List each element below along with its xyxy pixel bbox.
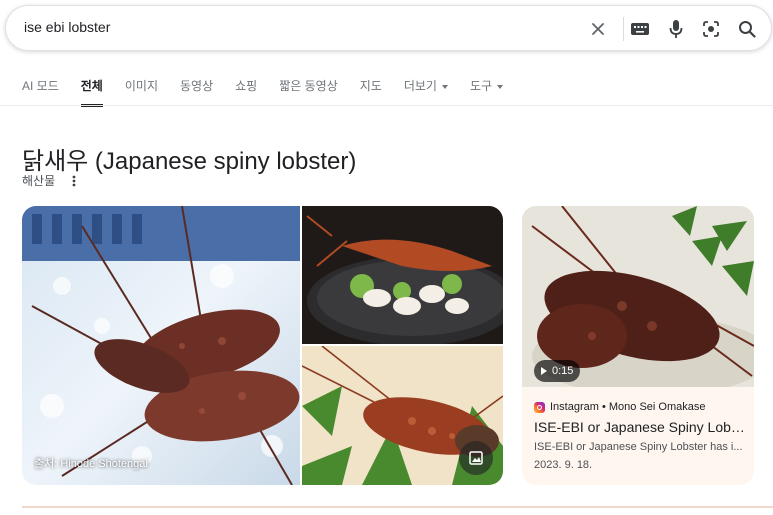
microphone-icon[interactable] — [664, 17, 688, 41]
search-icon[interactable] — [735, 17, 759, 41]
video-thumbnail[interactable]: 0:15 — [522, 206, 754, 396]
tab-all[interactable]: 전체 — [80, 76, 103, 107]
video-date: 2023. 9. 18. — [534, 459, 593, 471]
lobster-on-ice-image[interactable]: 출처: Hinode Shotengai — [22, 206, 300, 485]
chevron-down-icon — [497, 84, 504, 89]
video-duration: 0:15 — [552, 365, 574, 377]
instagram-icon — [534, 401, 545, 413]
tab-tools[interactable]: 도구 — [469, 76, 504, 100]
image-gallery-icon[interactable] — [459, 441, 493, 475]
tab-more-label: 더보기 — [403, 79, 437, 93]
tab-shopping[interactable]: 쇼핑 — [235, 76, 257, 100]
lobster-sashimi-image[interactable] — [302, 206, 503, 344]
entity-title: 닭새우 (Japanese spiny lobster) — [22, 148, 357, 175]
entity-subtitle-row: 해산물 — [22, 172, 81, 189]
search-bar[interactable]: ise ebi lobster — [5, 5, 772, 51]
search-input[interactable]: ise ebi lobster — [24, 19, 110, 35]
search-tabs: AI 모드 전체 이미지 동영상 쇼핑 짧은 동영상 지도 더보기 도구 — [22, 76, 525, 107]
lens-camera-icon[interactable] — [699, 17, 723, 41]
section-divider — [22, 506, 773, 508]
tab-tools-label: 도구 — [469, 79, 493, 93]
tab-ai-mode[interactable]: AI 모드 — [22, 76, 59, 100]
lobster-on-greens-image[interactable] — [302, 346, 503, 485]
more-options-icon[interactable] — [67, 174, 81, 188]
image-credit: 출처: Hinode Shotengai — [34, 458, 148, 470]
tab-images[interactable]: 이미지 — [125, 76, 158, 100]
chevron-down-icon — [441, 84, 448, 89]
tab-more[interactable]: 더보기 — [404, 76, 448, 100]
play-icon — [541, 367, 547, 375]
tab-maps[interactable]: 지도 — [360, 76, 382, 100]
video-duration-badge: 0:15 — [534, 360, 581, 382]
tab-videos[interactable]: 동영상 — [180, 76, 213, 100]
search-divider — [623, 17, 624, 41]
video-description: ISE-EBI or Japanese Spiny Lobster has i.… — [534, 441, 743, 453]
close-icon[interactable] — [586, 17, 610, 41]
tab-short-videos[interactable]: 짧은 동영상 — [279, 76, 338, 100]
tabs-divider — [0, 105, 773, 106]
video-source-label: Instagram • Mono Sei Omakase — [550, 401, 706, 413]
entity-subtitle: 해산물 — [22, 174, 56, 188]
video-card[interactable]: 0:15 Instagram • Mono Sei Omakase ISE-EB… — [522, 206, 754, 485]
keyboard-icon[interactable] — [628, 17, 652, 41]
video-source: Instagram • Mono Sei Omakase — [534, 401, 705, 413]
video-title[interactable]: ISE-EBI or Japanese Spiny Lobste... — [534, 419, 746, 435]
